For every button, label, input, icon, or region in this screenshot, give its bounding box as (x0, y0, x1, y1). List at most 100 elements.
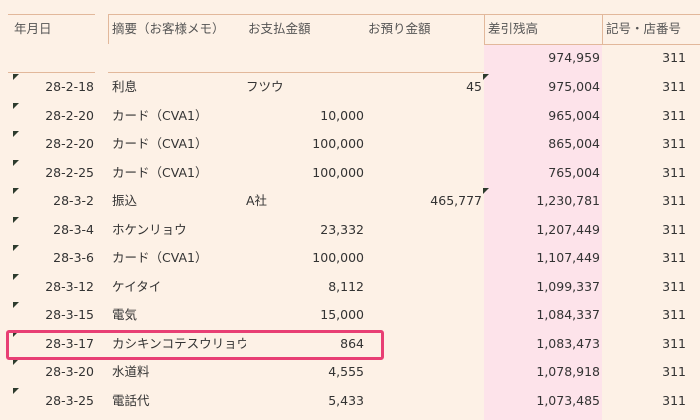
row-balance: 1,084,337 (536, 307, 600, 322)
row-date: 28-3-2 (53, 193, 94, 208)
row-memo: カード（CVA1） (112, 164, 208, 180)
table-row: 28-3-2 振込 A社 465,777 1,230,781 311 (0, 187, 700, 216)
row-memo: カード（CVA1） (112, 136, 208, 151)
row-date: 28-2-25 (45, 164, 94, 180)
row-balance: 1,099,337 (536, 278, 600, 294)
row-code: 311 (662, 164, 686, 180)
row-date: 28-3-25 (45, 392, 94, 408)
row-memo: 利息 (112, 79, 138, 94)
row-deposit (366, 159, 482, 188)
row-code: 311 (662, 221, 686, 237)
table-row: 28-3-15 電気 15,000 1,084,337 311 (0, 301, 700, 330)
table-row: 28-2-25 カード（CVA1） 100,000 765,004 311 (0, 159, 700, 188)
table-row: 28-3-17 カシキンコテスウリョウ 864 1,083,473 311 (0, 330, 700, 359)
row-code: 311 (662, 278, 686, 294)
row-date: 28-2-20 (45, 136, 94, 151)
row-memo: カード（CVA1） (112, 107, 208, 123)
header-balance: 差引残高 (488, 21, 539, 36)
table-row: 28-2-20 カード（CVA1） 100,000 865,004 311 (0, 130, 700, 159)
opening-balance-row: 974,959 311 (0, 44, 700, 73)
row-payment: A社 (246, 193, 268, 208)
row-balance: 865,004 (548, 136, 600, 151)
row-date: 28-3-15 (45, 307, 94, 322)
row-balance: 975,004 (548, 79, 600, 94)
row-memo: ケイタイ (112, 278, 162, 294)
header-top-rule-date (8, 14, 95, 15)
row-balance: 765,004 (548, 164, 600, 180)
table-row: 28-3-4 ホケンリョウ 23,332 1,207,449 311 (0, 216, 700, 245)
row-deposit (366, 301, 482, 330)
row-date: 28-3-6 (53, 250, 94, 265)
row-payment: フツウ (246, 79, 284, 94)
row-code: 311 (662, 364, 686, 379)
row-balance: 965,004 (548, 107, 600, 123)
row-balance: 1,230,781 (536, 193, 600, 208)
row-memo: ホケンリョウ (112, 221, 187, 237)
header-divider-balance (484, 14, 485, 44)
row-balance: 1,083,473 (536, 335, 600, 351)
row-payment: 100,000 (312, 164, 364, 180)
row-code: 311 (662, 193, 686, 208)
row-payment: 100,000 (312, 250, 364, 265)
row-deposit: 45 (466, 79, 482, 94)
row-date: 28-3-4 (53, 221, 94, 237)
row-code: 311 (662, 392, 686, 408)
table-row: 28-3-6 カード（CVA1） 100,000 1,107,449 311 (0, 244, 700, 273)
row-code: 311 (662, 250, 686, 265)
row-payment: 15,000 (320, 307, 364, 322)
row-payment: 864 (340, 335, 364, 351)
row-memo: カシキンコテスウリョウ (112, 335, 246, 351)
row-deposit (366, 358, 482, 387)
row-balance: 1,207,449 (536, 221, 600, 237)
row-date: 28-3-20 (45, 364, 94, 379)
row-balance: 1,078,918 (536, 364, 600, 379)
header-deposit: お預り金額 (368, 21, 431, 36)
row-balance: 1,107,449 (536, 250, 600, 265)
table-row: 28-3-20 水道料 4,555 1,078,918 311 (0, 358, 700, 387)
row-code: 311 (662, 136, 686, 151)
table-row: 28-3-12 ケイタイ 8,112 1,099,337 311 (0, 273, 700, 302)
row-payment: 100,000 (312, 136, 364, 151)
row-code: 311 (662, 335, 686, 351)
row-memo: 振込 (112, 193, 138, 208)
row-payment: 8,112 (328, 278, 364, 294)
row-memo: 電話代 (112, 392, 150, 408)
row-date: 28-2-18 (45, 79, 94, 94)
header-memo: 摘要（お客様メモ） (112, 21, 225, 36)
row-deposit (366, 130, 482, 159)
header-divider-code (602, 14, 603, 44)
row-payment: 23,332 (320, 221, 364, 237)
header-date: 年月日 (14, 21, 52, 36)
table-row: 28-2-20 カード（CVA1） 10,000 965,004 311 (0, 102, 700, 131)
row-deposit (366, 273, 482, 302)
header-top-rule (108, 14, 700, 15)
row-code: 311 (662, 107, 686, 123)
header-code: 記号・店番号 (606, 21, 682, 36)
row-date: 28-2-20 (45, 107, 94, 123)
row-date: 28-3-17 (45, 335, 94, 351)
row-deposit (366, 244, 482, 273)
row-deposit: 465,777 (430, 193, 482, 208)
row-balance: 1,073,485 (536, 392, 600, 408)
header-divider-memo (108, 14, 109, 44)
row-date: 28-3-12 (45, 278, 94, 294)
row-payment: 5,433 (328, 392, 364, 408)
table-header: 年月日 摘要（お客様メモ） お支払金額 お預り金額 差引残高 記号・店番号 (0, 14, 700, 44)
row-code: 311 (662, 307, 686, 322)
row-payment: 10,000 (320, 107, 364, 123)
row-memo: 電気 (112, 307, 138, 322)
passbook-page: 年月日 摘要（お客様メモ） お支払金額 お預り金額 差引残高 記号・店番号 97… (0, 0, 700, 420)
opening-code: 311 (662, 50, 686, 65)
table-row: 28-2-18 利息 フツウ 45 975,004 311 (0, 73, 700, 102)
opening-balance: 974,959 (548, 50, 600, 65)
row-deposit (366, 330, 482, 359)
row-memo: カード（CVA1） (112, 250, 208, 265)
row-code: 311 (662, 79, 686, 94)
table-row: 28-3-25 電話代 5,433 1,073,485 311 (0, 387, 700, 416)
row-deposit (366, 387, 482, 416)
row-deposit (366, 216, 482, 245)
row-memo: 水道料 (112, 364, 150, 379)
header-payment: お支払金額 (248, 21, 311, 36)
row-deposit (366, 102, 482, 131)
row-payment: 4,555 (328, 364, 364, 379)
